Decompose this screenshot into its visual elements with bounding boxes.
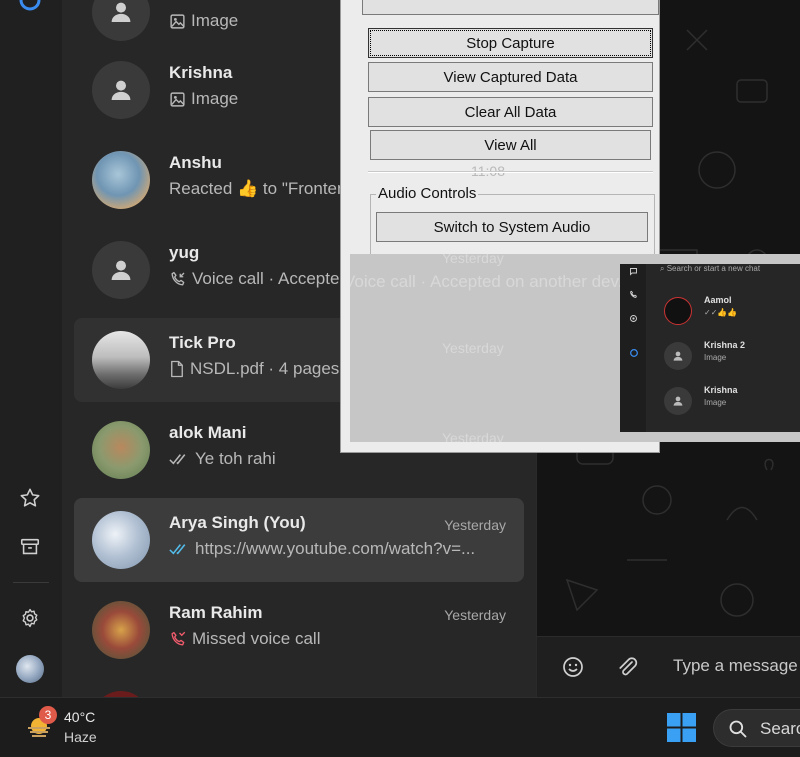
ghost-time: Yesterday (442, 430, 504, 442)
chat-row[interactable]: Ram Rahim Yesterday Missed voice call (74, 588, 524, 672)
ghost-time: Yesterday (442, 340, 504, 356)
chat-preview-text: Image (191, 89, 239, 108)
mini-chat-preview: ✓✓👍👍 (704, 308, 738, 317)
chat-preview: Missed voice call (169, 629, 509, 649)
profile-avatar[interactable] (16, 655, 44, 683)
contact-avatar (92, 151, 150, 209)
stop-capture-button[interactable]: Stop Capture (368, 28, 653, 58)
mini-chat-row: Krishna Image (664, 384, 800, 424)
mini-chat-preview: Image (704, 353, 727, 362)
chat-preview: https://www.youtube.com/watch?v=... (169, 539, 509, 559)
navigation-rail (0, 0, 62, 697)
mini-default-avatar-icon (664, 342, 692, 370)
default-avatar-icon (92, 0, 150, 41)
chat-name: Ram Rahim (169, 603, 263, 622)
mini-status-icon (630, 315, 637, 322)
chat-name: yug (169, 243, 200, 262)
chat-preview-text: Missed voice call (192, 629, 321, 648)
view-captured-data-button[interactable]: View Captured Data (368, 62, 653, 92)
chat-name: Arya Singh (You) (169, 513, 306, 532)
chat-preview-text: NSDL.pdf · 4 pages (190, 359, 340, 378)
image-icon (170, 91, 185, 107)
contact-avatar (92, 331, 150, 389)
switch-to-system-audio-button[interactable]: Switch to System Audio (376, 212, 648, 242)
mini-chat-row: Krishna 2 Image (664, 339, 800, 379)
panel-separator (368, 171, 653, 173)
mini-call-icon (630, 290, 637, 298)
image-icon (170, 13, 185, 29)
app-window: Image Krishna Image Anshu Reacted 👍 to "… (0, 0, 800, 757)
mini-chat-name: Krishna 2 (704, 340, 746, 350)
chat-time: Yesterday (444, 517, 506, 533)
search-icon (729, 720, 747, 738)
chat-time: Yesterday (444, 607, 506, 623)
chat-row[interactable] (74, 678, 524, 697)
view-all-button[interactable]: View All (370, 130, 651, 160)
mini-chat-row: Aamol ✓✓👍👍 (664, 294, 800, 334)
screen-preview-box: Yesterday Voice call · Accepted on anoth… (350, 254, 800, 442)
mini-search-box: ⌕ Search or start a new chat (660, 264, 761, 273)
mini-meta-ai-icon (630, 349, 638, 357)
top-hidden-button[interactable] (362, 0, 659, 15)
mini-search-text: Search or start a new chat (666, 264, 761, 273)
missed-call-icon (171, 631, 186, 646)
weather-temperature[interactable]: 40°C (64, 709, 95, 725)
ghost-time: Yesterday (442, 254, 504, 266)
mini-chat-name: Aamol (704, 295, 732, 305)
mini-default-avatar-icon (664, 387, 692, 415)
taskbar-search[interactable]: Search (713, 709, 800, 747)
chat-preview-text: https://www.youtube.com/watch?v=... (195, 539, 476, 558)
default-avatar-icon (92, 61, 150, 119)
message-input[interactable]: Type a message (673, 656, 798, 676)
contact-avatar (92, 601, 150, 659)
contact-avatar (92, 511, 150, 569)
meta-ai-icon[interactable] (16, 0, 44, 14)
chat-name: Anshu (169, 153, 222, 172)
weather-alert-badge: 3 (39, 706, 57, 724)
chat-preview-text: Ye toh rahi (195, 449, 276, 468)
ghost-preview-text: Voice call · Accepted on another dev... (350, 272, 632, 291)
mini-chat-icon (630, 268, 637, 276)
emoji-icon[interactable] (561, 655, 585, 679)
settings-gear-icon[interactable] (16, 604, 44, 632)
weather-condition[interactable]: Haze (64, 729, 97, 745)
chat-name: Tick Pro (169, 333, 236, 352)
contact-avatar (92, 421, 150, 479)
mini-rail (620, 264, 646, 432)
starred-icon[interactable] (16, 484, 44, 512)
document-icon (171, 360, 183, 378)
mini-screenshot-thumbnail: ⌕ Search or start a new chat Aamol ✓✓👍👍 … (620, 264, 800, 432)
attach-paperclip-icon[interactable] (615, 655, 639, 679)
chat-name: alok Mani (169, 423, 247, 442)
double-tick-icon (169, 454, 186, 465)
audio-controls-label: Audio Controls (376, 185, 479, 202)
mini-avatar (664, 297, 692, 325)
voice-call-incoming-icon (171, 271, 185, 286)
mini-chat-name: Krishna (704, 385, 738, 395)
default-avatar-icon (92, 241, 150, 299)
chat-preview-text: Image (191, 11, 239, 30)
windows-start-icon[interactable] (667, 713, 696, 742)
windows-taskbar: 3 40°C Haze Search (0, 697, 800, 757)
taskbar-search-label: Search (760, 719, 800, 738)
archive-icon[interactable] (16, 533, 44, 561)
chat-preview-text: Reacted 👍 to "Frontend" (169, 179, 362, 198)
message-composer: Type a message (537, 636, 800, 697)
chat-row[interactable]: Arya Singh (You) Yesterday https://www.y… (74, 498, 524, 582)
double-tick-blue-icon (169, 544, 186, 555)
clear-all-data-button[interactable]: Clear All Data (368, 97, 653, 127)
mini-chat-preview: Image (704, 398, 727, 407)
rail-divider (13, 582, 49, 583)
chat-name: Krishna (169, 63, 233, 82)
